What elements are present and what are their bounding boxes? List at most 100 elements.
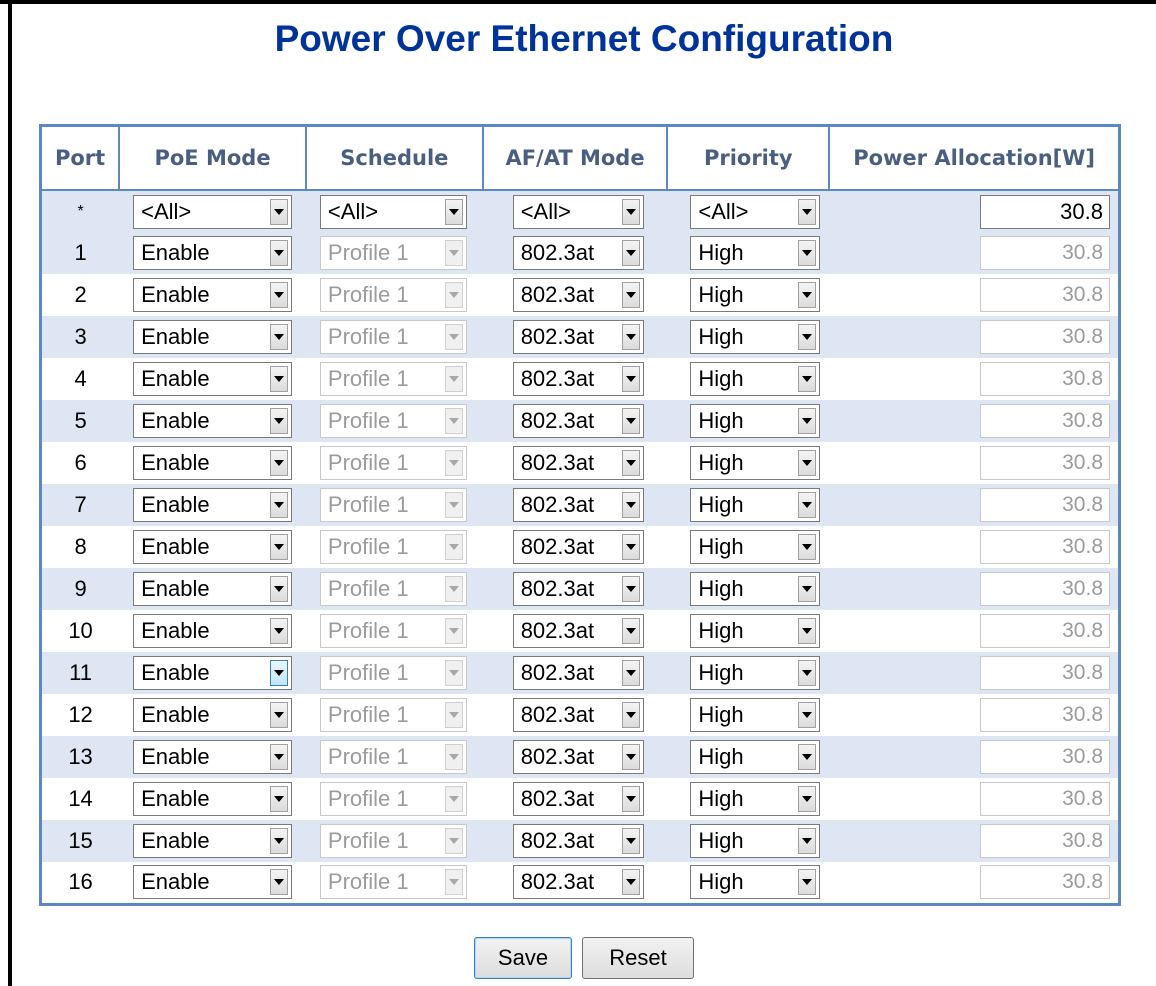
power-allocation-input[interactable]: 30.8 (980, 404, 1110, 438)
power-allocation-input[interactable]: 30.8 (980, 530, 1110, 564)
chevron-down-icon[interactable] (621, 744, 640, 770)
afat-mode-select[interactable]: 802.3at (512, 865, 644, 900)
chevron-down-icon[interactable] (444, 282, 463, 308)
chevron-down-icon[interactable] (270, 869, 289, 896)
poe-mode-select[interactable]: Enable (133, 572, 293, 606)
schedule-select[interactable]: Profile 1 (319, 865, 467, 900)
priority-select[interactable]: High (690, 446, 821, 480)
poe-mode-select[interactable]: Enable (133, 446, 293, 480)
schedule-select[interactable]: Profile 1 (319, 278, 467, 312)
poe-mode-select[interactable]: Enable (133, 236, 293, 270)
afat-mode-select[interactable]: 802.3at (512, 488, 644, 522)
chevron-down-icon[interactable] (444, 240, 463, 266)
afat-mode-select[interactable]: 802.3at (512, 614, 644, 648)
priority-select[interactable]: High (690, 404, 821, 438)
chevron-down-icon[interactable] (798, 869, 817, 896)
schedule-select[interactable]: Profile 1 (319, 320, 467, 354)
chevron-down-icon[interactable] (444, 702, 463, 728)
afat-mode-select[interactable]: 802.3at (512, 572, 644, 606)
power-allocation-input[interactable]: 30.8 (980, 740, 1110, 774)
chevron-down-icon[interactable] (798, 660, 817, 686)
chevron-down-icon[interactable] (270, 828, 289, 854)
power-allocation-input-all[interactable]: 30.8 (980, 194, 1110, 229)
power-allocation-input[interactable]: 30.8 (980, 278, 1110, 312)
schedule-select[interactable]: Profile 1 (319, 740, 467, 774)
chevron-down-icon[interactable] (444, 744, 463, 770)
schedule-select[interactable]: Profile 1 (319, 614, 467, 648)
afat-mode-select[interactable]: 802.3at (512, 782, 644, 816)
afat-mode-select[interactable]: 802.3at (512, 698, 644, 732)
power-allocation-input[interactable]: 30.8 (980, 362, 1110, 396)
poe-mode-select[interactable]: Enable (133, 740, 293, 774)
chevron-down-icon[interactable] (798, 576, 817, 602)
poe-mode-select[interactable]: Enable (133, 404, 293, 438)
priority-select[interactable]: High (690, 236, 821, 270)
priority-select-all[interactable]: <All> (690, 194, 821, 229)
chevron-down-icon[interactable] (621, 408, 640, 434)
power-allocation-input[interactable]: 30.8 (980, 236, 1110, 270)
chevron-down-icon[interactable] (444, 828, 463, 854)
chevron-down-icon[interactable] (270, 282, 289, 308)
chevron-down-icon[interactable] (444, 324, 463, 350)
priority-select[interactable]: High (690, 488, 821, 522)
chevron-down-icon[interactable] (444, 576, 463, 602)
chevron-down-icon[interactable] (444, 492, 463, 518)
priority-select[interactable]: High (690, 865, 821, 900)
power-allocation-input[interactable]: 30.8 (980, 865, 1110, 900)
afat-mode-select[interactable]: 802.3at (512, 656, 644, 690)
chevron-down-icon[interactable] (270, 366, 289, 392)
chevron-down-icon[interactable] (798, 408, 817, 434)
poe-mode-select[interactable]: Enable (133, 278, 293, 312)
poe-mode-select[interactable]: Enable (133, 614, 293, 648)
power-allocation-input[interactable]: 30.8 (980, 824, 1110, 858)
afat-mode-select[interactable]: 802.3at (512, 236, 644, 270)
chevron-down-icon[interactable] (621, 240, 640, 266)
power-allocation-input[interactable]: 30.8 (980, 656, 1110, 690)
chevron-down-icon[interactable] (621, 450, 640, 476)
poe-mode-select[interactable]: Enable (133, 488, 293, 522)
chevron-down-icon[interactable] (621, 576, 640, 602)
power-allocation-input[interactable]: 30.8 (980, 488, 1110, 522)
priority-select[interactable]: High (690, 740, 821, 774)
chevron-down-icon[interactable] (621, 366, 640, 392)
schedule-select[interactable]: Profile 1 (319, 404, 467, 438)
poe-mode-select-all[interactable]: <All> (133, 194, 293, 229)
chevron-down-icon[interactable] (798, 744, 817, 770)
chevron-down-icon[interactable] (621, 702, 640, 728)
chevron-down-icon[interactable] (444, 408, 463, 434)
chevron-down-icon[interactable] (270, 534, 289, 560)
poe-mode-select[interactable]: Enable (133, 824, 293, 858)
chevron-down-icon[interactable] (270, 240, 289, 266)
priority-select[interactable]: High (690, 320, 821, 354)
power-allocation-input[interactable]: 30.8 (980, 446, 1110, 480)
afat-mode-select[interactable]: 802.3at (512, 362, 644, 396)
afat-mode-select[interactable]: 802.3at (512, 446, 644, 480)
schedule-select[interactable]: Profile 1 (319, 572, 467, 606)
power-allocation-input[interactable]: 30.8 (980, 614, 1110, 648)
chevron-down-icon[interactable] (270, 744, 289, 770)
chevron-down-icon[interactable] (270, 198, 289, 225)
chevron-down-icon[interactable] (798, 282, 817, 308)
schedule-select-all[interactable]: <All> (319, 194, 467, 229)
chevron-down-icon[interactable] (798, 534, 817, 560)
chevron-down-icon[interactable] (621, 828, 640, 854)
afat-mode-select[interactable]: 802.3at (512, 278, 644, 312)
chevron-down-icon[interactable] (798, 786, 817, 812)
chevron-down-icon[interactable] (444, 660, 463, 686)
chevron-down-icon[interactable] (798, 828, 817, 854)
chevron-down-icon[interactable] (444, 366, 463, 392)
chevron-down-icon[interactable] (444, 534, 463, 560)
power-allocation-input[interactable]: 30.8 (980, 698, 1110, 732)
chevron-down-icon[interactable] (444, 198, 463, 225)
power-allocation-input[interactable]: 30.8 (980, 782, 1110, 816)
chevron-down-icon[interactable] (270, 576, 289, 602)
chevron-down-icon[interactable] (621, 534, 640, 560)
priority-select[interactable]: High (690, 278, 821, 312)
schedule-select[interactable]: Profile 1 (319, 236, 467, 270)
afat-mode-select-all[interactable]: <All> (512, 194, 644, 229)
chevron-down-icon[interactable] (621, 492, 640, 518)
schedule-select[interactable]: Profile 1 (319, 698, 467, 732)
chevron-down-icon[interactable] (444, 869, 463, 896)
afat-mode-select[interactable]: 802.3at (512, 320, 644, 354)
power-allocation-input[interactable]: 30.8 (980, 572, 1110, 606)
